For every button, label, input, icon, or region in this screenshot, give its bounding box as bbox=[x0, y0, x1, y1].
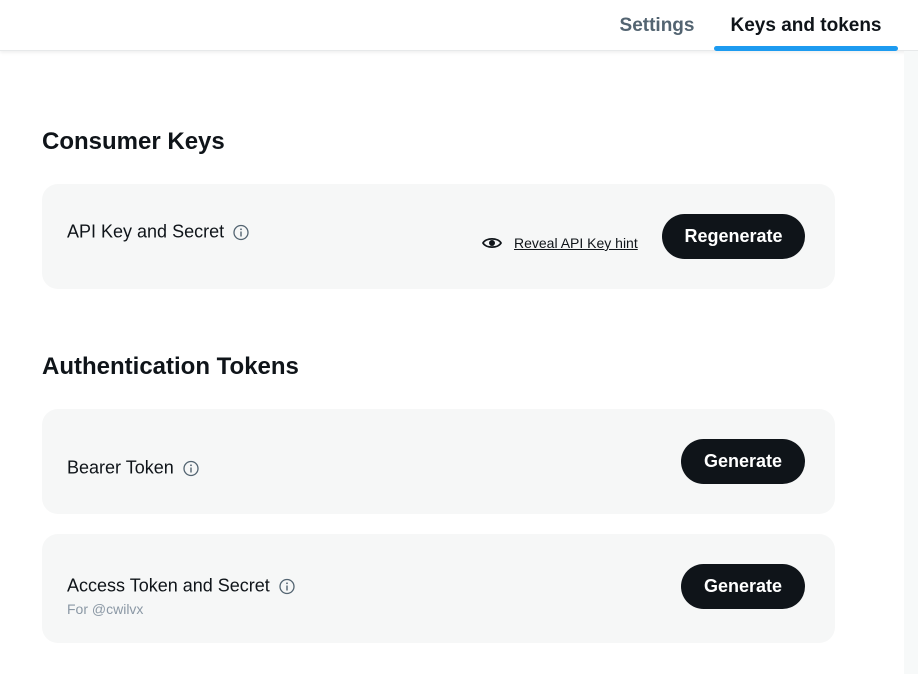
reveal-api-key-hint[interactable]: Reveal API Key hint bbox=[482, 235, 638, 251]
api-key-row: API Key and Secret bbox=[67, 222, 249, 243]
api-key-card: API Key and Secret Reveal API Key hint R… bbox=[42, 184, 835, 289]
consumer-keys-heading: Consumer Keys bbox=[42, 128, 225, 155]
access-token-row: Access Token and Secret bbox=[67, 576, 295, 597]
info-icon[interactable] bbox=[279, 578, 295, 594]
active-tab-indicator bbox=[714, 46, 898, 51]
tab-settings[interactable]: Settings bbox=[600, 0, 714, 51]
access-token-card: Access Token and Secret For @cwilvx Gene… bbox=[42, 534, 835, 643]
bearer-token-row: Bearer Token bbox=[67, 458, 199, 479]
bearer-token-label: Bearer Token bbox=[67, 457, 174, 478]
top-nav-bar: Settings Keys and tokens bbox=[0, 0, 918, 51]
scrollbar-track[interactable] bbox=[904, 51, 918, 674]
reveal-api-key-hint-link[interactable]: Reveal API Key hint bbox=[514, 235, 638, 251]
info-icon[interactable] bbox=[183, 460, 199, 476]
access-token-account: For @cwilvx bbox=[67, 601, 144, 617]
generate-access-token-button[interactable]: Generate bbox=[681, 564, 805, 609]
info-icon[interactable] bbox=[233, 224, 249, 240]
bearer-token-card: Bearer Token Generate bbox=[42, 409, 835, 514]
tab-keys-and-tokens[interactable]: Keys and tokens bbox=[714, 0, 898, 51]
generate-bearer-token-button[interactable]: Generate bbox=[681, 439, 805, 484]
regenerate-button[interactable]: Regenerate bbox=[662, 214, 805, 259]
eye-icon bbox=[482, 237, 502, 249]
authentication-tokens-heading: Authentication Tokens bbox=[42, 353, 299, 380]
access-token-label: Access Token and Secret bbox=[67, 575, 270, 596]
api-key-label: API Key and Secret bbox=[67, 221, 225, 242]
